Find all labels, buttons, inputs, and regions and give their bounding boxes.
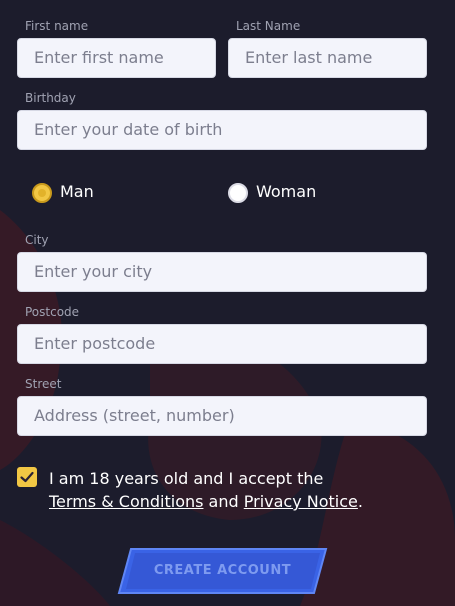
terms-suffix: . bbox=[357, 492, 363, 511]
gender-woman-radio[interactable] bbox=[228, 183, 248, 203]
terms-text: I am 18 years old and I accept the Terms… bbox=[49, 467, 429, 513]
city-label: City bbox=[25, 233, 49, 247]
terms-and: and bbox=[208, 492, 239, 511]
registration-form: First name Enter first name Last Name En… bbox=[0, 0, 455, 606]
last-name-label: Last Name bbox=[236, 19, 301, 33]
city-input[interactable]: Enter your city bbox=[17, 252, 427, 292]
terms-checkbox[interactable] bbox=[17, 467, 37, 487]
first-name-label: First name bbox=[25, 19, 89, 33]
checkmark-icon bbox=[20, 471, 34, 483]
terms-conditions-link[interactable]: Terms & Conditions bbox=[49, 492, 203, 511]
privacy-notice-link[interactable]: Privacy Notice bbox=[244, 492, 358, 511]
last-name-input[interactable]: Enter last name bbox=[228, 38, 427, 78]
street-input[interactable]: Address (street, number) bbox=[17, 396, 427, 436]
gender-woman-label[interactable]: Woman bbox=[256, 182, 316, 201]
first-name-input[interactable]: Enter first name bbox=[17, 38, 216, 78]
gender-man-radio[interactable] bbox=[32, 183, 52, 203]
birthday-input[interactable]: Enter your date of birth bbox=[17, 110, 427, 150]
terms-prefix: I am 18 years old and I accept the bbox=[49, 469, 324, 488]
birthday-label: Birthday bbox=[25, 91, 76, 105]
gender-man-label[interactable]: Man bbox=[60, 182, 94, 201]
postcode-label: Postcode bbox=[25, 305, 80, 319]
street-label: Street bbox=[25, 377, 62, 391]
postcode-input[interactable]: Enter postcode bbox=[17, 324, 427, 364]
create-account-label: CREATE ACCOUNT bbox=[153, 563, 292, 578]
create-account-button[interactable]: CREATE ACCOUNT bbox=[115, 547, 330, 595]
